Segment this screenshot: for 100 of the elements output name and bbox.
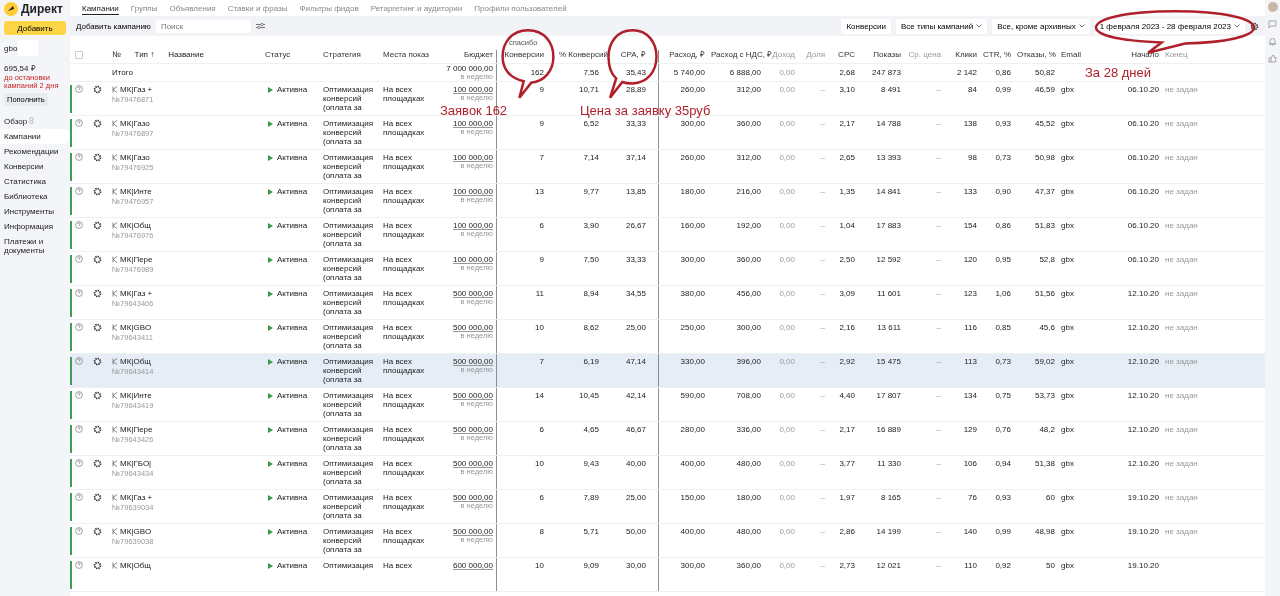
nav-tab[interactable]: Группы — [130, 3, 158, 13]
help-icon[interactable] — [75, 527, 83, 535]
help-icon[interactable] — [75, 289, 83, 297]
campaign-name[interactable]: МК|GBO — [120, 323, 152, 332]
filter-icon[interactable] — [255, 22, 265, 30]
column-header[interactable]: Бюджет — [464, 50, 493, 59]
help-icon[interactable] — [75, 85, 83, 93]
search-field[interactable]: Поиск — [155, 19, 251, 33]
column-header[interactable]: № — [112, 50, 121, 59]
campaign-name[interactable]: МК|ГБО| — [120, 459, 152, 468]
help-icon[interactable] — [75, 391, 83, 399]
budget-link[interactable]: 500 000,00 — [452, 527, 493, 536]
add-button[interactable]: Добавить — [4, 21, 66, 35]
help-icon[interactable] — [75, 561, 83, 569]
bell-icon[interactable] — [1268, 37, 1277, 46]
campaign-name[interactable]: МК|Пере — [120, 255, 153, 264]
settings-icon[interactable] — [1250, 21, 1259, 31]
filter-dropdown[interactable]: Все, кроме архивных — [992, 18, 1090, 34]
budget-link[interactable]: 500 000,00 — [452, 493, 493, 502]
campaign-name[interactable]: МК|Инте — [120, 187, 152, 196]
budget-link[interactable]: 500 000,00 — [452, 289, 493, 298]
nav-tab[interactable]: Ретаргетинг и аудитории — [370, 3, 463, 13]
campaign-name[interactable]: МК|Газ + — [120, 289, 153, 298]
filter-dropdown[interactable]: 1 февраля 2023 - 28 февраля 2023 — [1094, 18, 1245, 34]
settings-icon[interactable] — [92, 153, 102, 162]
settings-icon[interactable] — [92, 425, 102, 434]
sidebar-item[interactable]: Статистика — [0, 174, 70, 189]
budget-link[interactable]: 100 000,00 — [452, 221, 493, 230]
column-header[interactable]: Показы — [873, 50, 901, 59]
column-header[interactable]: Тип ↑ — [134, 50, 155, 59]
sidebar-item[interactable]: Обзор — [0, 114, 70, 129]
column-header[interactable]: Места показ — [383, 50, 429, 59]
column-header[interactable]: % Конверсий — [559, 50, 608, 59]
help-icon[interactable] — [75, 323, 83, 331]
settings-icon[interactable] — [92, 255, 102, 264]
column-header[interactable]: Расход, ₽ — [669, 50, 705, 59]
help-icon[interactable] — [75, 119, 83, 127]
campaign-name[interactable]: МК|Газ + — [120, 85, 153, 94]
nav-tab[interactable]: Объявления — [169, 3, 216, 13]
nav-tab[interactable]: Кампании — [82, 3, 119, 15]
help-icon[interactable] — [75, 493, 83, 501]
settings-icon[interactable] — [92, 187, 102, 196]
help-icon[interactable] — [75, 187, 83, 195]
column-header[interactable]: Email — [1061, 50, 1081, 59]
budget-link[interactable]: 500 000,00 — [452, 323, 493, 332]
settings-icon[interactable] — [92, 323, 102, 332]
sidebar-item[interactable]: Конверсии — [0, 159, 70, 174]
column-header[interactable]: CTR, % — [983, 50, 1011, 59]
help-icon[interactable] — [75, 153, 83, 161]
sidebar-item[interactable]: Библиотека — [0, 189, 70, 204]
settings-icon[interactable] — [92, 221, 102, 230]
conversions-button[interactable]: Конверсии — [841, 18, 891, 34]
settings-icon[interactable] — [92, 493, 102, 502]
campaign-name[interactable]: МК|Газ + — [120, 493, 153, 502]
budget-link[interactable]: 100 000,00 — [452, 153, 493, 162]
settings-icon[interactable] — [92, 119, 102, 128]
column-header[interactable]: CPA, ₽ — [620, 50, 646, 59]
column-header[interactable]: Клики — [955, 50, 977, 59]
help-icon[interactable] — [75, 357, 83, 365]
filter-dropdown[interactable]: Все типы кампаний — [895, 18, 988, 34]
column-header[interactable]: CPC — [838, 50, 855, 59]
budget-link[interactable]: 100 000,00 — [452, 187, 493, 196]
chat-icon[interactable] — [1268, 20, 1277, 29]
column-header[interactable]: Стратегия — [323, 50, 361, 59]
budget-link[interactable]: 500 000,00 — [452, 357, 493, 366]
settings-icon[interactable] — [92, 357, 102, 366]
budget-link[interactable]: 600 000,00 — [452, 561, 493, 570]
campaign-name[interactable]: МК|Общ — [120, 357, 151, 366]
column-header[interactable]: Название — [168, 50, 204, 59]
sidebar-item[interactable]: Инструменты — [0, 204, 70, 219]
campaign-name[interactable]: МК|Газо — [120, 119, 150, 128]
column-header[interactable]: Конверсии — [504, 50, 544, 59]
help-icon[interactable] — [75, 425, 83, 433]
nav-tab[interactable]: Профили пользователей — [474, 3, 567, 13]
nav-tab[interactable]: Ставки и фразы — [227, 3, 288, 13]
nav-tab[interactable]: Фильтры фидов — [299, 3, 359, 13]
help-icon[interactable] — [75, 459, 83, 467]
campaign-name[interactable]: МК|Газо — [120, 153, 150, 162]
campaign-name[interactable]: МК|Пере — [120, 425, 153, 434]
campaign-name[interactable]: МК|Общ — [120, 221, 151, 230]
column-header[interactable]: Статус — [265, 50, 291, 59]
settings-icon[interactable] — [92, 527, 102, 536]
column-header[interactable]: Отказы, % — [1017, 50, 1056, 59]
sidebar-item[interactable]: Кампании — [0, 129, 70, 144]
select-all-checkbox[interactable] — [75, 51, 83, 59]
campaign-name[interactable]: МК|Общ — [120, 561, 151, 570]
column-header[interactable]: Начало — [1131, 50, 1159, 59]
budget-link[interactable]: 100 000,00 — [452, 119, 493, 128]
settings-icon[interactable] — [92, 391, 102, 400]
settings-icon[interactable] — [92, 561, 102, 570]
help-icon[interactable] — [75, 255, 83, 263]
campaign-name[interactable]: МК|Инте — [120, 391, 152, 400]
budget-link[interactable]: 500 000,00 — [452, 425, 493, 434]
column-header[interactable]: Расход с НДС, ₽ — [711, 50, 773, 59]
campaign-name[interactable]: МК|GBO — [120, 527, 152, 536]
settings-icon[interactable] — [92, 85, 102, 94]
budget-link[interactable]: 100 000,00 — [452, 255, 493, 264]
thumbs-up-icon[interactable] — [1268, 54, 1277, 63]
avatar-icon[interactable] — [1267, 2, 1278, 12]
add-campaign-button[interactable]: Добавить кампанию — [76, 18, 151, 34]
